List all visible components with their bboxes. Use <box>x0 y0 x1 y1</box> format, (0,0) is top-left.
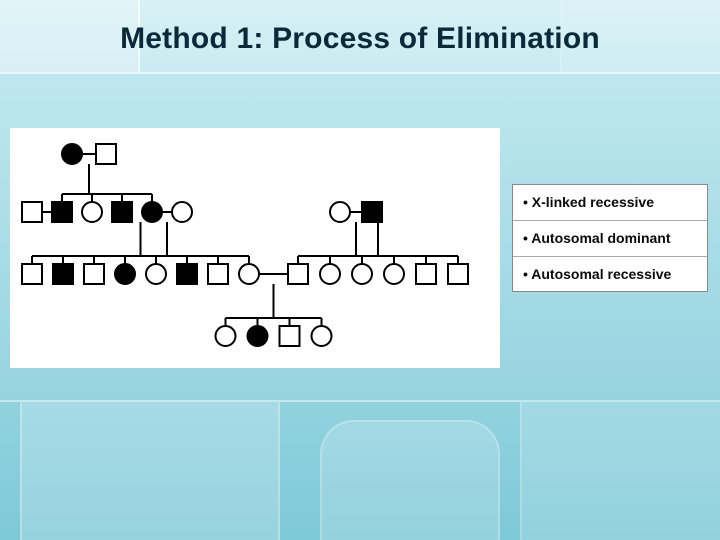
page-title: Method 1: Process of Elimination <box>0 22 720 56</box>
slide: Method 1: Process of Elimination • X-lin… <box>0 0 720 540</box>
legend-item-autosomal-dominant: • Autosomal dominant <box>513 221 707 257</box>
legend-item-autosomal-recessive: • Autosomal recessive <box>513 257 707 292</box>
legend-box: • X-linked recessive • Autosomal dominan… <box>512 184 708 292</box>
pedigree-diagram <box>10 128 500 368</box>
pedigree-svg <box>10 128 500 368</box>
legend-item-xlinked-recessive: • X-linked recessive <box>513 185 707 221</box>
bg-decor <box>320 420 500 540</box>
